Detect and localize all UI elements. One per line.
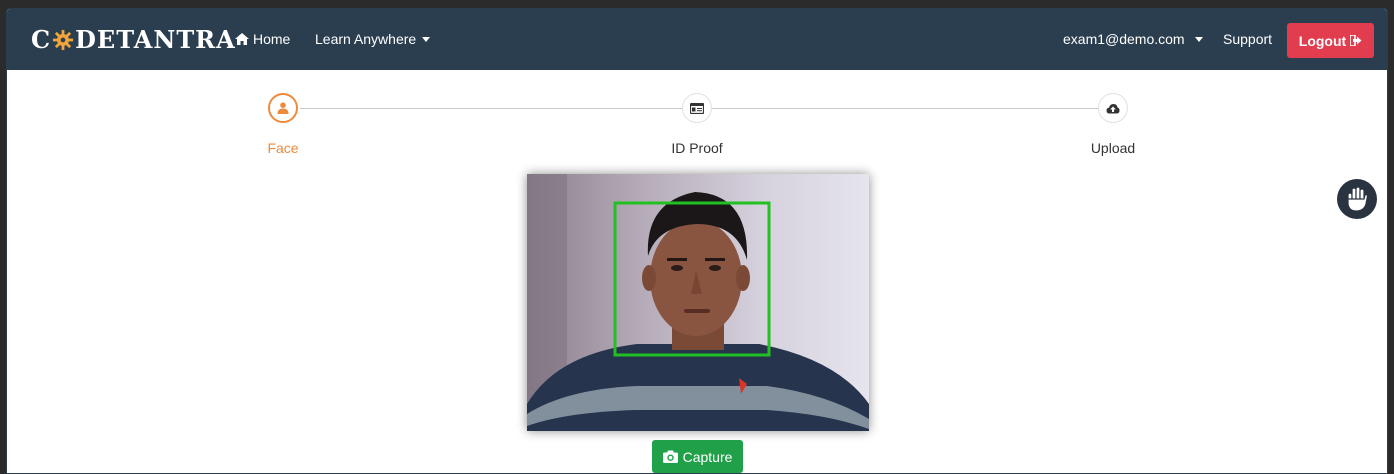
step-upload-label: Upload [1090, 140, 1136, 156]
user-icon [277, 102, 289, 114]
gear-icon [53, 29, 74, 50]
logout-label: Logout [1298, 32, 1347, 49]
brand-suffix: DETANTRA [75, 25, 236, 54]
step-face-label: Face [267, 140, 299, 156]
webcam-preview [527, 174, 869, 431]
home-icon [235, 33, 249, 45]
top-navbar: C DETANTRA Home Learn Anywhere exam1@dem… [7, 9, 1387, 70]
sign-out-icon [1350, 35, 1362, 46]
cloud-upload-icon [1106, 103, 1120, 113]
app-window: C DETANTRA Home Learn Anywhere exam1@dem… [6, 8, 1388, 474]
chevron-down-icon [422, 36, 431, 42]
logout-button[interactable]: Logout [1287, 23, 1374, 58]
nav-support-link[interactable]: Support [1223, 31, 1272, 47]
step-connector [300, 108, 682, 109]
user-menu-dropdown[interactable]: exam1@demo.com [1063, 31, 1203, 47]
hand-icon [1347, 186, 1369, 212]
nav-support-label: Support [1223, 31, 1273, 47]
step-connector [712, 108, 1098, 109]
brand-prefix: C [31, 25, 52, 54]
user-email: exam1@demo.com [1063, 31, 1185, 47]
brand-logo[interactable]: C DETANTRA [31, 25, 236, 54]
raise-hand-button[interactable] [1337, 179, 1377, 219]
nav-home-label: Home [253, 31, 291, 47]
id-card-icon [690, 102, 704, 114]
step-id-proof-circle[interactable] [682, 93, 712, 123]
capture-button[interactable]: Capture [652, 440, 743, 473]
step-id-proof-label: ID Proof [671, 140, 723, 156]
camera-icon [662, 450, 678, 463]
capture-label: Capture [682, 448, 733, 465]
nav-home-link[interactable]: Home [235, 31, 290, 47]
step-face-circle[interactable] [268, 93, 298, 123]
webcam-frame-image [527, 174, 869, 431]
step-upload-circle[interactable] [1098, 93, 1128, 123]
nav-learn-label: Learn Anywhere [315, 31, 417, 47]
nav-learn-anywhere-dropdown[interactable]: Learn Anywhere [315, 31, 431, 47]
chevron-down-icon [1194, 36, 1203, 42]
